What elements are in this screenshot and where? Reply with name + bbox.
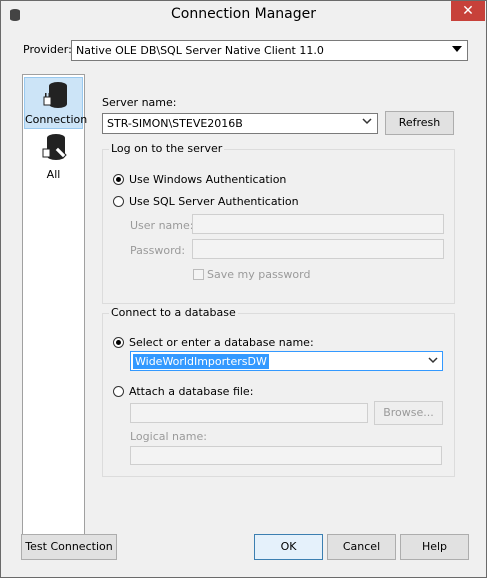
attach-file-label[interactable]: Attach a database file: [129, 385, 253, 398]
provider-value: Native OLE DB\SQL Server Native Client 1… [76, 44, 324, 57]
title-bar: Connection Manager ✕ [1, 1, 486, 29]
server-name-label: Server name: [102, 96, 177, 109]
database-plug-icon [43, 82, 67, 108]
windows-auth-label[interactable]: Use Windows Authentication [129, 173, 286, 186]
sidebar-item-label: All [46, 168, 61, 181]
sidebar-item-label: Connection [25, 113, 88, 126]
select-database-label[interactable]: Select or enter a database name: [129, 336, 314, 349]
database-name-value: WideWorldImportersDW [133, 354, 269, 369]
close-button[interactable]: ✕ [451, 1, 485, 21]
chevron-down-icon[interactable] [428, 355, 438, 368]
windows-auth-radio[interactable] [113, 174, 124, 185]
username-field[interactable] [192, 214, 444, 234]
database-group-title: Connect to a database [109, 306, 238, 319]
help-button[interactable]: Help [400, 534, 469, 560]
cancel-button[interactable]: Cancel [327, 534, 396, 560]
provider-label: Provider: [23, 43, 72, 56]
logical-name-label: Logical name: [130, 430, 207, 443]
browse-button[interactable]: Browse... [374, 401, 443, 425]
attach-file-field[interactable] [130, 403, 368, 423]
ok-button[interactable]: OK [254, 534, 323, 560]
database-wrench-icon [42, 134, 67, 160]
connection-manager-window: Connection Manager ✕ Provider: Native OL… [0, 0, 487, 578]
server-name-combo[interactable]: STR-SIMON\STEVE2016B [102, 113, 378, 134]
logical-name-field[interactable] [130, 446, 442, 465]
password-label: Password: [130, 244, 186, 257]
password-field[interactable] [192, 239, 444, 259]
sql-auth-radio[interactable] [113, 196, 124, 207]
refresh-button[interactable]: Refresh [385, 111, 454, 135]
close-icon: ✕ [462, 3, 474, 19]
save-password-checkbox[interactable] [193, 269, 204, 280]
save-password-label[interactable]: Save my password [207, 268, 310, 281]
chevron-down-icon[interactable] [449, 43, 465, 58]
username-label: User name: [130, 219, 194, 232]
sidebar-item-all[interactable]: All [24, 131, 83, 183]
page-sidebar: Connection All [22, 74, 88, 559]
window-title: Connection Manager [170, 6, 317, 22]
test-connection-button[interactable]: Test Connection [21, 534, 117, 560]
server-name-value: STR-SIMON\STEVE2016B [107, 117, 243, 130]
chevron-down-icon[interactable] [359, 116, 375, 131]
select-database-radio[interactable] [113, 337, 124, 348]
provider-dropdown[interactable]: Native OLE DB\SQL Server Native Client 1… [71, 40, 468, 61]
sidebar-item-connection[interactable]: Connection [24, 77, 88, 129]
database-name-combo[interactable]: WideWorldImportersDW [130, 351, 443, 371]
attach-file-radio[interactable] [113, 386, 124, 397]
logon-group-title: Log on to the server [109, 142, 225, 155]
sql-auth-label[interactable]: Use SQL Server Authentication [129, 195, 299, 208]
